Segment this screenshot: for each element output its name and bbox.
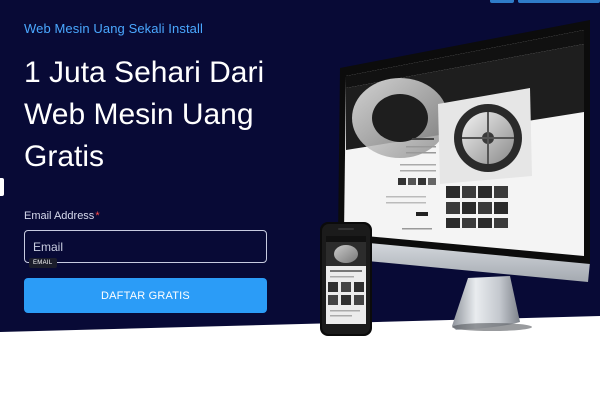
device-mockup-illustration [320, 20, 590, 336]
hero-section: Web Mesin Uang Sekali Install 1 Juta Seh… [0, 0, 600, 400]
